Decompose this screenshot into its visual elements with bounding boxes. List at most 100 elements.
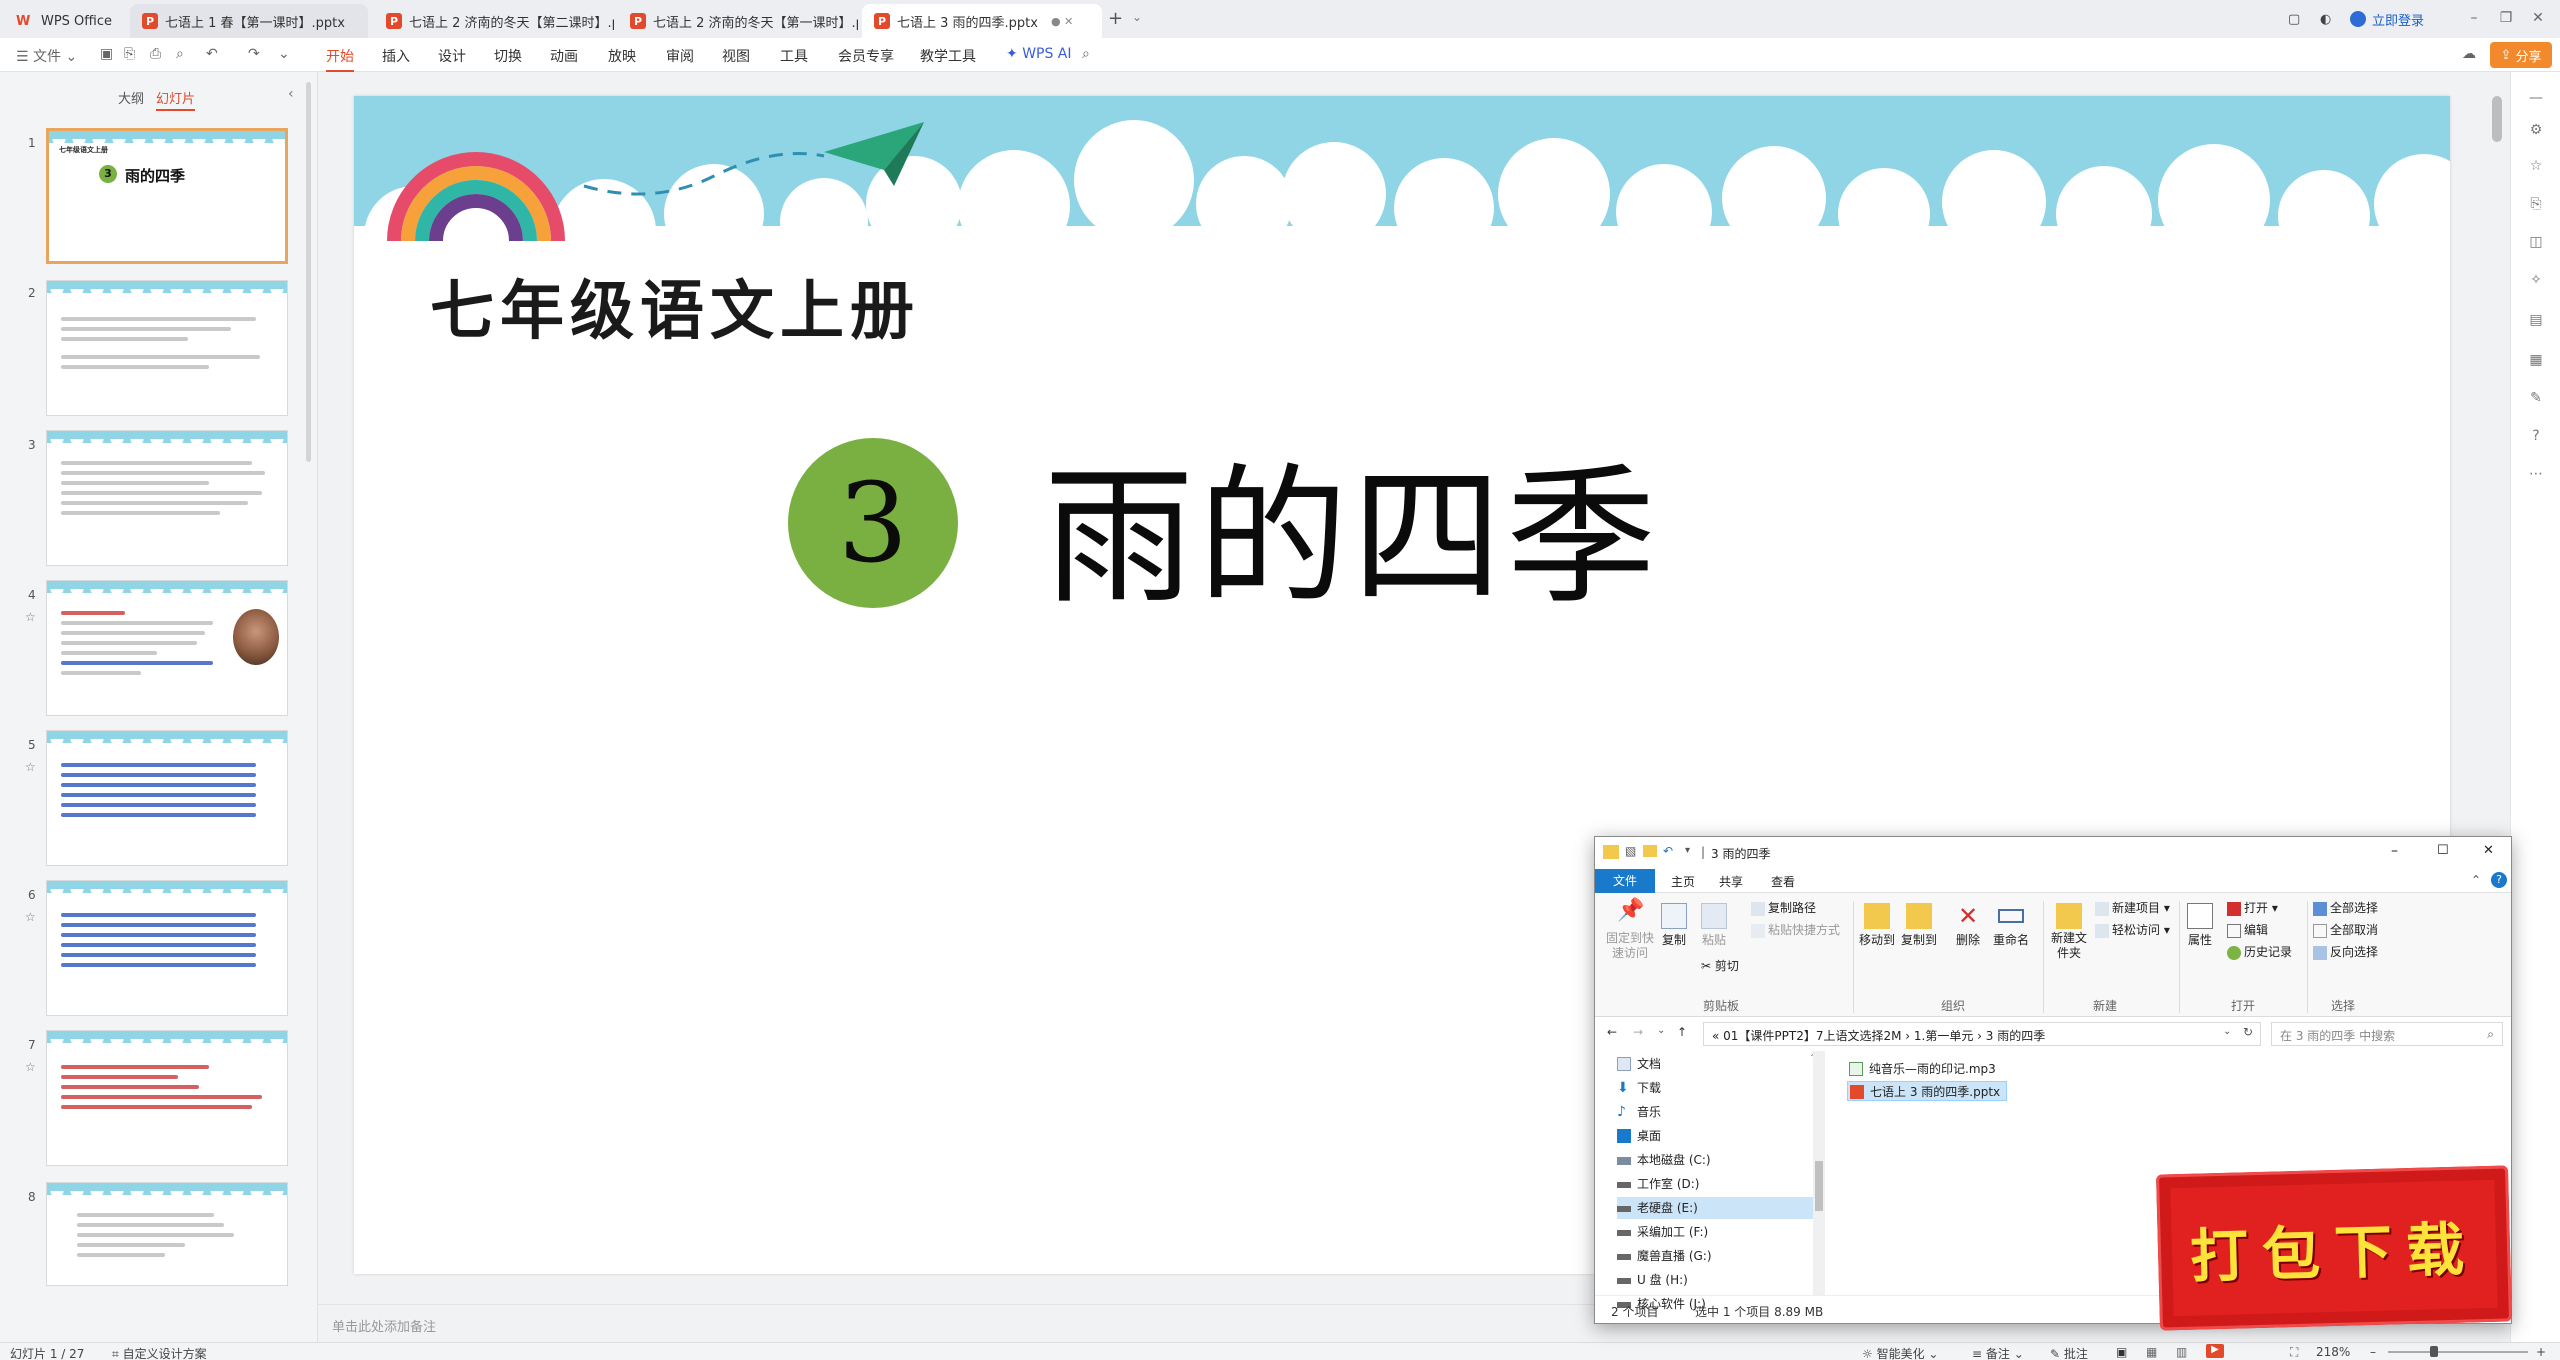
menu-transition[interactable]: 切换 [494, 46, 522, 66]
star-icon[interactable]: ☆ [25, 760, 36, 774]
qa-properties-icon[interactable]: ▧ [1625, 844, 1636, 858]
tab-slides[interactable]: 幻灯片 [156, 88, 196, 111]
undo-icon[interactable]: ↶ [206, 46, 218, 62]
menu-teaching[interactable]: 教学工具 [920, 46, 976, 66]
file-item-pptx[interactable]: 七语上 3 雨的四季.pptx [1847, 1081, 2008, 1101]
new-folder-icon[interactable] [1643, 845, 1657, 857]
cut-button[interactable]: ✂ 剪切 [1701, 957, 1739, 974]
close-icon[interactable]: ✕ [2528, 8, 2548, 28]
menu-animation[interactable]: 动画 [550, 46, 578, 66]
minimize-icon[interactable]: – [2464, 8, 2484, 28]
print-icon[interactable]: ⎙ [150, 46, 161, 62]
new-folder-button[interactable]: 新建文件夹 [2049, 903, 2089, 961]
history-button[interactable]: 历史记录 [2227, 943, 2292, 960]
style-icon[interactable]: ◫ [2528, 234, 2544, 250]
open-button[interactable]: 打开 ▾ [2227, 899, 2278, 916]
slide-thumb-2[interactable] [46, 280, 288, 416]
login-link[interactable]: 立即登录 [2350, 6, 2424, 32]
normal-view-icon[interactable]: ▣ [2116, 1345, 2127, 1359]
collapse-panel-icon[interactable]: ‹ [288, 86, 294, 102]
rename-button[interactable]: 重命名 [1993, 903, 2029, 948]
tab-close-icon[interactable]: ● ✕ [1051, 15, 1073, 28]
tab-file[interactable]: 文件 [1595, 869, 1655, 893]
star-icon[interactable]: ☆ [25, 910, 36, 924]
menu-view[interactable]: 视图 [722, 46, 750, 66]
tree-scrollbar[interactable] [1813, 1051, 1825, 1295]
copy-button[interactable]: 复制 [1661, 903, 1687, 948]
up-arrow-icon[interactable]: ↑ [1677, 1025, 1687, 1039]
tab-view[interactable]: 查看 [1771, 873, 1795, 890]
tab-outline[interactable]: 大纲 [118, 88, 144, 107]
doc-tab-3[interactable]: P 七语上 2 济南的冬天【第一课时】.pp [618, 4, 858, 38]
tree-item-drive-g[interactable]: 魔兽直播 (G:) [1617, 1245, 1813, 1267]
address-bar[interactable]: « 01【课件PPT2】7上语文选择2M › 1.第一单元 › 3 雨的四季 [1703, 1022, 2261, 1046]
slide-thumb-3[interactable] [46, 430, 288, 566]
template-icon[interactable]: ▦ [2528, 352, 2544, 368]
select-all-button[interactable]: 全部选择 [2313, 899, 2378, 916]
cloud-sync-icon[interactable]: ☁ [2462, 46, 2476, 62]
tab-share[interactable]: 共享 [1719, 873, 1743, 890]
search-input[interactable]: 在 3 雨的四季 中搜索 ⌕ [2271, 1022, 2503, 1046]
new-tab-icon[interactable]: + [1108, 8, 1123, 29]
doc-tab-1[interactable]: P 七语上 1 春【第一课时】.pptx [130, 4, 368, 38]
menu-slideshow[interactable]: 放映 [608, 46, 636, 66]
doc-tab-4-active[interactable]: P 七语上 3 雨的四季.pptx ● ✕ [862, 4, 1102, 38]
paste-button[interactable]: 粘贴 [1701, 903, 1727, 948]
layout-icon[interactable]: ▤ [2528, 312, 2544, 328]
slide-thumb-4[interactable] [46, 580, 288, 716]
fit-window-icon[interactable]: ⛶ [2290, 1345, 2298, 1360]
search-icon[interactable]: ⌕ [1082, 46, 1090, 62]
zoom-in-icon[interactable]: + [2536, 1345, 2546, 1359]
tree-item-drive-d[interactable]: 工作室 (D:) [1617, 1173, 1813, 1195]
zoom-slider[interactable] [2388, 1351, 2528, 1353]
move-to-button[interactable]: 移动到 [1859, 903, 1895, 948]
new-item-button[interactable]: 新建项目 ▾ [2095, 899, 2170, 916]
tree-item-drive-c[interactable]: 本地磁盘 (C:) [1617, 1149, 1813, 1171]
sorter-view-icon[interactable]: ▦ [2146, 1345, 2157, 1359]
comment-toggle[interactable]: ✎ 批注 [2050, 1345, 2088, 1360]
menu-insert[interactable]: 插入 [382, 46, 410, 66]
explorer-minimize-icon[interactable]: – [2391, 843, 2398, 859]
file-item-mp3[interactable]: 纯音乐—雨的印记.mp3 [1847, 1059, 1996, 1079]
undo-icon[interactable]: ↶ [1663, 844, 1673, 858]
explorer-maximize-icon[interactable]: ☐ [2437, 843, 2449, 858]
easy-access-button[interactable]: 轻松访问 ▾ [2095, 921, 2170, 938]
save-icon[interactable]: ▣ [100, 46, 113, 62]
copy-to-button[interactable]: 复制到 [1901, 903, 1937, 948]
star-icon[interactable]: ☆ [2528, 158, 2544, 174]
back-arrow-icon[interactable]: ← [1607, 1025, 1617, 1039]
tree-item-documents[interactable]: 文档 [1617, 1053, 1813, 1075]
delete-button[interactable]: ✕ 删除 [1955, 903, 1981, 948]
menu-member[interactable]: 会员专享 [838, 46, 894, 66]
paste-shortcut-button[interactable]: 粘贴快捷方式 [1751, 921, 1840, 938]
slide-thumb-8[interactable] [46, 1182, 288, 1286]
play-slideshow-icon[interactable]: ▶ [2206, 1344, 2224, 1358]
more-chevron-icon[interactable]: ⌄ [278, 46, 290, 62]
redo-icon[interactable]: ↷ [248, 46, 260, 62]
refresh-icon[interactable]: ↻ [2243, 1025, 2253, 1039]
explorer-close-icon[interactable]: ✕ [2483, 843, 2494, 858]
tab-wps-home[interactable]: W WPS Office [4, 4, 124, 38]
more-icon[interactable]: ⋯ [2528, 466, 2544, 482]
panel-scrollbar[interactable] [306, 82, 311, 462]
preview-icon[interactable]: ⌕ [176, 46, 184, 62]
pin-quick-access-button[interactable]: 📌 固定到快速访问 [1603, 900, 1657, 961]
restore-icon[interactable]: ❐ [2496, 8, 2516, 28]
notes-toggle[interactable]: ≡ 备注 ⌄ [1972, 1345, 2024, 1360]
copy-path-button[interactable]: 复制路径 [1751, 899, 1816, 916]
menu-tools[interactable]: 工具 [780, 46, 808, 66]
slide-thumb-5[interactable] [46, 730, 288, 866]
tree-item-desktop[interactable]: 桌面 [1617, 1125, 1813, 1147]
download-package-stamp[interactable]: 打包下载 [2156, 1165, 2512, 1331]
tree-scroll-thumb[interactable] [1815, 1161, 1823, 1211]
slide-thumb-1[interactable]: 七年级语文上册 3 雨的四季 [46, 128, 288, 264]
zoom-level[interactable]: 218% [2316, 1345, 2350, 1359]
share-button[interactable]: ⇪ 分享 [2490, 42, 2552, 68]
edit-button[interactable]: 编辑 [2227, 921, 2268, 938]
wps-ai-button[interactable]: ✦ WPS AI [1006, 46, 1072, 62]
menu-review[interactable]: 审阅 [666, 46, 694, 66]
properties-button[interactable]: 属性 [2187, 903, 2213, 948]
customize-qa-icon[interactable]: ▾ [1685, 845, 1690, 856]
design-scheme[interactable]: ⌗ 自定义设计方案 [112, 1345, 207, 1360]
tree-item-drive-f[interactable]: 采编加工 (F:) [1617, 1221, 1813, 1243]
